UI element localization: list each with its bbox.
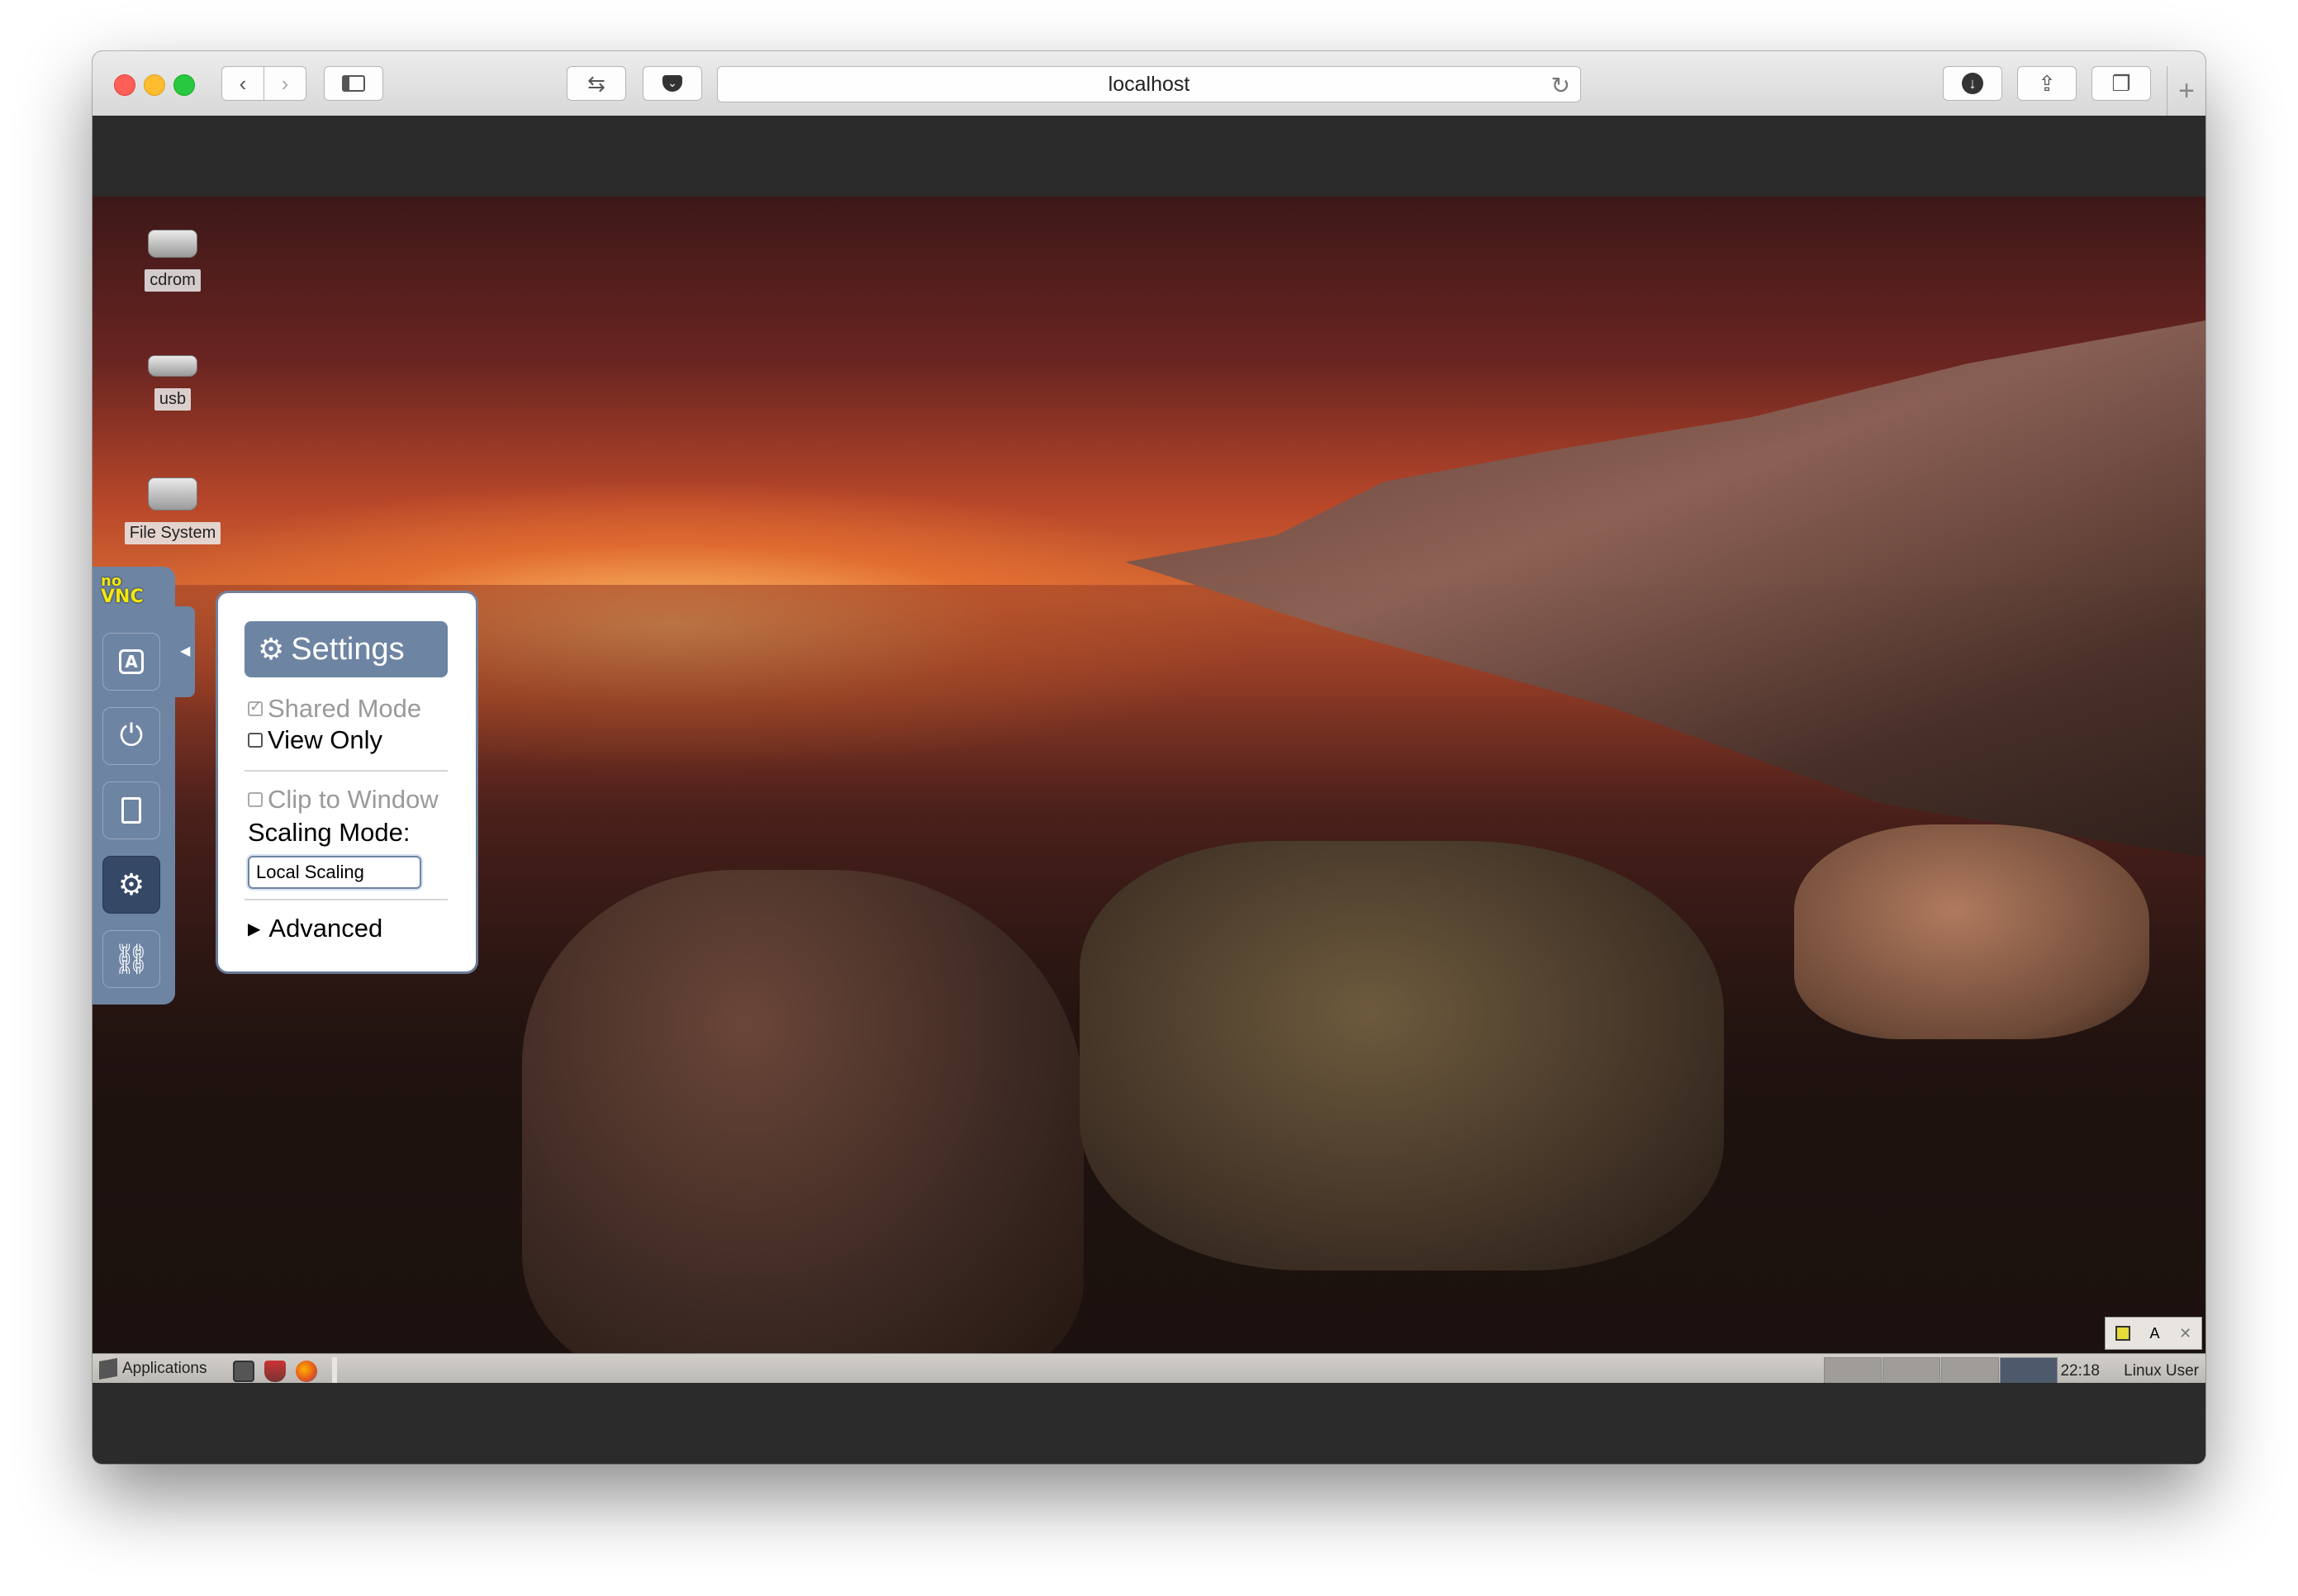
- gear-icon: ⚙: [117, 867, 145, 902]
- view-only-label: View Only: [268, 725, 382, 754]
- control-bar-handle[interactable]: ◀: [175, 606, 195, 697]
- clipboard-button[interactable]: [102, 781, 160, 839]
- view-only-option[interactable]: View Only: [248, 725, 382, 755]
- notification-icon[interactable]: [2115, 1326, 2130, 1341]
- desktop-icon-file-system[interactable]: File System: [119, 477, 226, 544]
- plus-icon: +: [2178, 74, 2195, 107]
- advanced-toggle[interactable]: ▶ Advanced: [248, 914, 382, 943]
- broken-link-icon: ⛓: [112, 943, 150, 976]
- back-button[interactable]: ‹: [221, 66, 264, 101]
- triangle-right-icon: ▶: [248, 919, 261, 938]
- chevron-left-icon: ‹: [239, 70, 247, 96]
- keyboard-button[interactable]: A: [102, 633, 160, 691]
- firefox-launcher-icon[interactable]: [296, 1361, 317, 1382]
- shared-mode-option[interactable]: Shared Mode: [248, 694, 421, 724]
- scaling-mode-value: Local Scaling: [256, 862, 364, 882]
- minimize-window-button[interactable]: [144, 74, 165, 96]
- power-button[interactable]: ⏻: [102, 707, 160, 765]
- shared-mode-label: Shared Mode: [268, 694, 422, 723]
- tabs-icon: ❐: [2111, 70, 2131, 96]
- settings-title: Settings: [291, 631, 405, 667]
- divider: [245, 899, 448, 900]
- clipboard-icon: [121, 797, 141, 824]
- user-name[interactable]: Linux User: [2124, 1362, 2199, 1380]
- downloads-button[interactable]: ↓: [1943, 66, 2002, 101]
- forward-button[interactable]: ›: [264, 66, 306, 101]
- wallpaper-rock: [1794, 824, 2149, 1039]
- collapse-arrow-icon: ◀: [180, 644, 191, 658]
- keyboard-icon: A: [119, 649, 144, 674]
- clock[interactable]: 22:18: [2060, 1362, 2100, 1380]
- zoom-window-button[interactable]: [173, 74, 195, 96]
- drive-icon: [148, 230, 197, 258]
- advanced-label: Advanced: [268, 914, 383, 943]
- url-text: localhost: [1108, 72, 1190, 96]
- settings-panel-header: ⚙ Settings: [245, 621, 448, 677]
- applications-menu[interactable]: Applications: [99, 1358, 207, 1380]
- reload-icon[interactable]: ↻: [1551, 72, 1570, 99]
- applications-icon: [99, 1358, 117, 1380]
- scaling-mode-select[interactable]: Local Scaling: [248, 856, 421, 889]
- scaling-mode-label: Scaling Mode:: [248, 818, 411, 847]
- tools-icon[interactable]: ✕: [2179, 1325, 2191, 1342]
- novnc-logo: no VNC: [101, 574, 144, 607]
- settings-button[interactable]: ⚙: [102, 856, 160, 914]
- wallpaper-rock: [522, 870, 1084, 1382]
- workspace-4[interactable]: [2000, 1357, 2058, 1383]
- logo-text-bottom: VNC: [101, 587, 144, 607]
- hard-drive-icon: [148, 477, 197, 511]
- desktop-icon-usb[interactable]: usb: [119, 355, 226, 411]
- close-window-button[interactable]: [114, 74, 135, 96]
- swap-arrows-icon: ⇆: [587, 70, 605, 96]
- desktop-icon-label: File System: [124, 522, 221, 544]
- workspace-1[interactable]: [1824, 1357, 1882, 1383]
- desktop-icon-label: cdrom: [145, 269, 201, 292]
- wallpaper-rock: [1080, 841, 1724, 1271]
- chevron-right-icon: ›: [281, 70, 289, 96]
- remote-desktop[interactable]: cdrom usb File System no VNC A ⏻ ⚙ ⛓ ◀ ⚙…: [93, 197, 2205, 1383]
- desktop-icon-cdrom[interactable]: cdrom: [119, 230, 226, 292]
- sidebar-toggle-button[interactable]: [324, 66, 383, 101]
- shared-mode-checkbox[interactable]: [248, 698, 263, 716]
- pocket-button[interactable]: ⌄: [643, 66, 702, 101]
- workspace-3[interactable]: [1941, 1357, 1999, 1383]
- terminal-launcher-icon[interactable]: [233, 1361, 254, 1382]
- power-icon: ⏻: [119, 719, 144, 753]
- share-button[interactable]: ⇪: [2017, 66, 2077, 101]
- sidebar-icon: [342, 75, 365, 92]
- taskbar: Applications 22:18 Linux User: [93, 1353, 2205, 1383]
- divider: [245, 770, 448, 772]
- browser-window: ‹ › ⇆ ⌄ localhost ↻ ↓ ⇪ ❐ + cdrom usb Fi…: [93, 51, 2205, 1464]
- settings-panel: ⚙ Settings Shared Mode View Only Clip to…: [218, 593, 476, 971]
- new-tab-button[interactable]: +: [2167, 66, 2205, 116]
- tab-switch-button[interactable]: ⇆: [567, 66, 626, 101]
- show-tabs-button[interactable]: ❐: [2091, 66, 2151, 101]
- workspace-2[interactable]: [1883, 1357, 1940, 1383]
- applications-label: Applications: [122, 1360, 207, 1377]
- view-only-checkbox[interactable]: [248, 733, 263, 748]
- novnc-control-bar: no VNC A ⏻ ⚙ ⛓: [93, 567, 175, 1005]
- desktop-icon-label: usb: [154, 388, 192, 411]
- paint-launcher-icon[interactable]: [264, 1361, 286, 1382]
- gear-icon: ⚙: [258, 632, 285, 666]
- page-background-top: [93, 116, 2205, 197]
- usb-drive-icon: [148, 355, 197, 377]
- clip-to-window-option[interactable]: Clip to Window: [248, 785, 439, 815]
- page-background-bottom: [93, 1383, 2205, 1464]
- clip-to-window-label: Clip to Window: [268, 785, 439, 814]
- keyboard-layout-indicator[interactable]: A: [2149, 1325, 2159, 1342]
- browser-toolbar: ‹ › ⇆ ⌄ localhost ↻ ↓ ⇪ ❐ +: [93, 51, 2205, 116]
- system-tray: A ✕: [2105, 1317, 2202, 1350]
- disconnect-button[interactable]: ⛓: [102, 930, 160, 988]
- share-icon: ⇪: [2038, 70, 2056, 96]
- pocket-icon: ⌄: [662, 75, 682, 92]
- download-icon: ↓: [1962, 73, 1983, 94]
- clip-to-window-checkbox[interactable]: [248, 792, 263, 807]
- taskbar-separator: [332, 1357, 337, 1383]
- address-bar[interactable]: localhost ↻: [717, 66, 1581, 102]
